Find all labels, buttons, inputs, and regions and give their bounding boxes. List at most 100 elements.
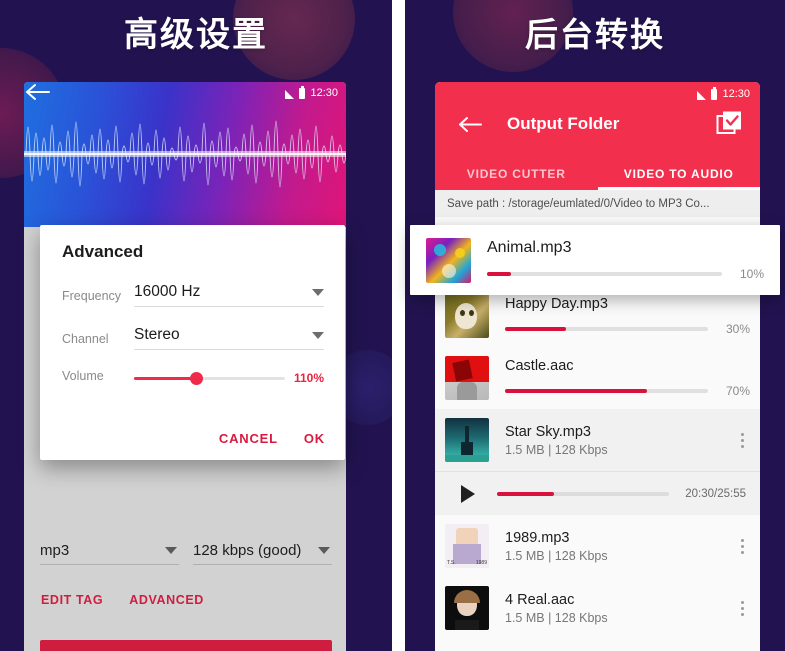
item-name: 1989.mp3 <box>505 529 570 546</box>
item-meta: Happy Day.mp3 30% <box>505 296 750 336</box>
item-progress: 30% <box>505 322 750 336</box>
save-path-bar: Save path : /storage/eumlated/0/Video to… <box>435 190 760 217</box>
encoder-options-row: mp3 128 kbps (good) <box>40 540 332 565</box>
album-art-skull <box>445 294 489 338</box>
item-sub: 1.5 MB | 128 Kbps <box>505 442 608 457</box>
left-status-bar: 12:30 <box>285 85 338 99</box>
left-panel-title: 高级设置 <box>124 16 268 54</box>
progress-track <box>505 389 708 393</box>
edit-tag-button[interactable]: EDIT TAG <box>41 593 103 607</box>
app-bar-title: Output Folder <box>507 114 620 133</box>
volume-value: 110% <box>293 371 324 385</box>
album-art-red <box>445 356 489 400</box>
item-progress: 10% <box>487 267 764 281</box>
convert-button[interactable]: CONVERT <box>40 640 332 651</box>
album-art-colorful <box>426 237 471 283</box>
item-meta: Star Sky.mp3 1.5 MB | 128 Kbps <box>505 424 734 457</box>
channel-label: Channel <box>62 332 109 346</box>
status-time: 12:30 <box>310 87 338 99</box>
more-vertical-icon[interactable] <box>734 432 750 448</box>
volume-track[interactable] <box>134 371 285 385</box>
progress-fill <box>505 327 566 331</box>
select-all-checkbox-icon[interactable] <box>716 110 743 137</box>
player-progress-fill <box>497 491 554 496</box>
album-art-portrait <box>445 586 489 630</box>
volume-knob[interactable] <box>189 371 203 385</box>
item-name: Castle.aac <box>505 358 574 374</box>
format-spinner-value: mp3 <box>40 542 70 559</box>
frequency-value: 16000 Hz <box>134 283 201 300</box>
player-time-label: 20:30/25:55 <box>685 487 746 500</box>
item-name: Star Sky.mp3 <box>505 423 591 440</box>
tab-bar: VIDEO CUTTER VIDEO TO AUDIO <box>435 157 760 190</box>
dialog-title: Advanced <box>62 242 144 261</box>
signal-icon <box>285 89 295 99</box>
back-arrow-icon[interactable] <box>24 82 50 102</box>
play-icon[interactable] <box>461 484 475 503</box>
app-bar: 12:30 Output Folder VIDEO CUTTER VIDEO T… <box>435 82 760 190</box>
album-art-1989: T.S. 1989 <box>445 524 489 568</box>
left-promo-panel: 高级设置 12:30 mp3 128 kbps (good) EDIT TAG … <box>0 0 392 651</box>
inline-player: 20:30/25:55 <box>435 471 760 515</box>
item-name: Happy Day.mp3 <box>505 296 608 312</box>
cancel-button[interactable]: CANCEL <box>219 431 278 446</box>
format-spinner[interactable]: mp3 <box>40 540 179 565</box>
tab-video-to-audio[interactable]: VIDEO TO AUDIO <box>597 157 761 190</box>
right-phone-mockup: 12:30 Output Folder VIDEO CUTTER VIDEO T… <box>435 82 760 651</box>
album-art-tower <box>445 418 489 462</box>
highlighted-conversion-card[interactable]: Animal.mp3 10% <box>410 225 780 295</box>
list-item[interactable]: Castle.aac 70% <box>435 347 760 409</box>
battery-icon <box>299 85 306 99</box>
item-meta: Animal.mp3 10% <box>487 239 764 281</box>
ok-button[interactable]: OK <box>304 431 325 446</box>
channel-row: Channel Stereo <box>62 326 324 350</box>
advanced-settings-dialog: Advanced Frequency 16000 Hz Channel Ster… <box>40 225 345 460</box>
volume-slider[interactable]: 110% <box>134 371 324 385</box>
list-item[interactable]: Star Sky.mp3 1.5 MB | 128 Kbps <box>435 409 760 471</box>
item-meta: 1989.mp3 1.5 MB | 128 Kbps <box>505 530 734 563</box>
item-meta: 4 Real.aac 1.5 MB | 128 Kbps <box>505 592 734 625</box>
audio-waveform-image: 12:30 <box>24 82 346 227</box>
dialog-actions: CANCEL OK <box>219 431 325 446</box>
channel-select[interactable]: Stereo <box>134 326 324 350</box>
more-vertical-icon[interactable] <box>734 538 750 554</box>
signal-icon <box>697 90 707 100</box>
list-item[interactable]: 4 Real.aac 1.5 MB | 128 Kbps <box>435 577 760 639</box>
item-sub: 1.5 MB | 128 Kbps <box>505 548 608 563</box>
right-status-bar: 12:30 <box>697 86 750 100</box>
progress-label: 70% <box>725 384 750 398</box>
progress-track <box>505 327 708 331</box>
back-arrow-icon[interactable] <box>457 115 482 134</box>
progress-fill <box>487 272 511 276</box>
tab-video-cutter[interactable]: VIDEO CUTTER <box>435 157 598 190</box>
frequency-select[interactable]: 16000 Hz <box>134 283 324 307</box>
frequency-label: Frequency <box>62 289 122 303</box>
screenshot-root: 高级设置 12:30 mp3 128 kbps (good) EDIT TAG … <box>0 0 785 651</box>
volume-row: Volume 110% <box>62 369 324 387</box>
advanced-button[interactable]: ADVANCED <box>129 593 204 607</box>
chevron-down-icon <box>312 331 324 339</box>
progress-label: 30% <box>725 322 750 336</box>
chevron-down-icon <box>312 288 324 296</box>
progress-fill <box>505 389 648 393</box>
chevron-down-icon <box>318 547 330 554</box>
right-panel-title: 后台转换 <box>525 16 665 53</box>
chevron-down-icon <box>165 547 177 554</box>
more-vertical-icon[interactable] <box>734 600 750 616</box>
bitrate-spinner-value: 128 kbps (good) <box>193 542 302 559</box>
player-progress-track[interactable] <box>497 491 670 496</box>
item-name: 4 Real.aac <box>505 591 575 608</box>
bitrate-spinner[interactable]: 128 kbps (good) <box>193 540 332 565</box>
frequency-row: Frequency 16000 Hz <box>62 283 324 307</box>
list-item[interactable]: T.S. 1989 1989.mp3 1.5 MB | 128 Kbps <box>435 515 760 577</box>
volume-fill <box>134 376 195 380</box>
progress-label: 10% <box>739 267 764 281</box>
volume-label: Volume <box>62 369 104 383</box>
item-progress: 70% <box>505 384 750 398</box>
status-time: 12:30 <box>722 88 750 100</box>
battery-icon <box>711 86 718 100</box>
item-sub: 1.5 MB | 128 Kbps <box>505 610 608 625</box>
item-name: Animal.mp3 <box>487 239 572 256</box>
item-meta: Castle.aac 70% <box>505 358 750 398</box>
right-promo-panel: 后台转换 12:30 Output Folder VIDEO CUTTER VI… <box>405 0 785 651</box>
